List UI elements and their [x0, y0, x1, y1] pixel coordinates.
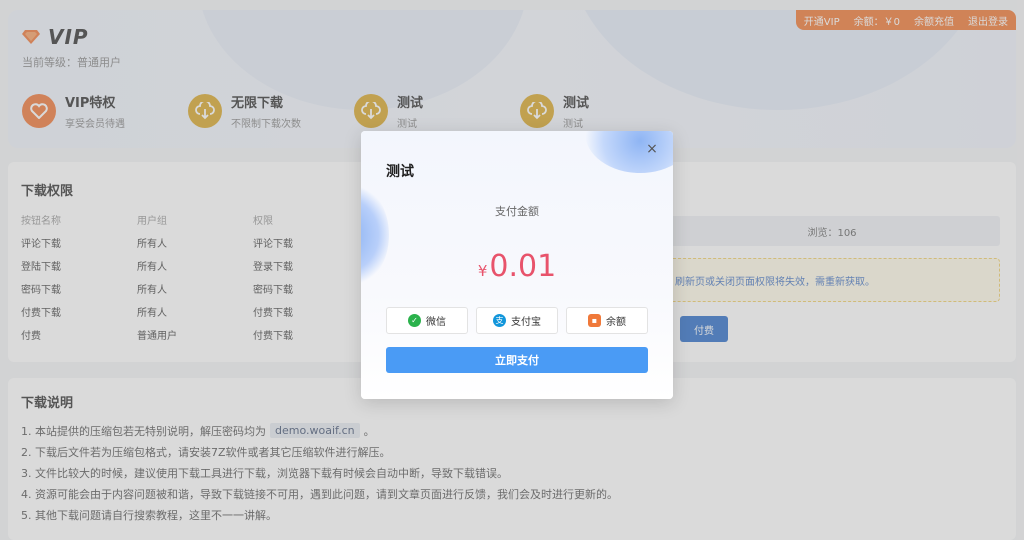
method-label: 微信 [426, 317, 446, 328]
currency-symbol: ¥ [477, 262, 488, 280]
payment-amount: ¥0.01 [361, 249, 673, 284]
alipay-icon: 支 [493, 314, 506, 327]
amount-value: 0.01 [489, 249, 557, 284]
payment-methods: ✓ 微信 支 支付宝 ▪ 余额 [386, 307, 648, 334]
pay-now-button[interactable]: 立即支付 [386, 347, 648, 373]
method-label: 支付宝 [511, 317, 541, 328]
close-icon[interactable]: × [645, 142, 659, 156]
payment-modal: 测试 × 支付金额 ¥0.01 ✓ 微信 支 支付宝 ▪ 余额 立即支付 [361, 131, 673, 399]
method-label: 余额 [606, 317, 626, 328]
balance-pay-button[interactable]: ▪ 余额 [566, 307, 648, 334]
wechat-pay-button[interactable]: ✓ 微信 [386, 307, 468, 334]
alipay-button[interactable]: 支 支付宝 [476, 307, 558, 334]
wechat-icon: ✓ [408, 314, 421, 327]
amount-label: 支付金额 [495, 205, 539, 218]
modal-title: 测试 [386, 164, 414, 180]
wallet-icon: ▪ [588, 314, 601, 327]
